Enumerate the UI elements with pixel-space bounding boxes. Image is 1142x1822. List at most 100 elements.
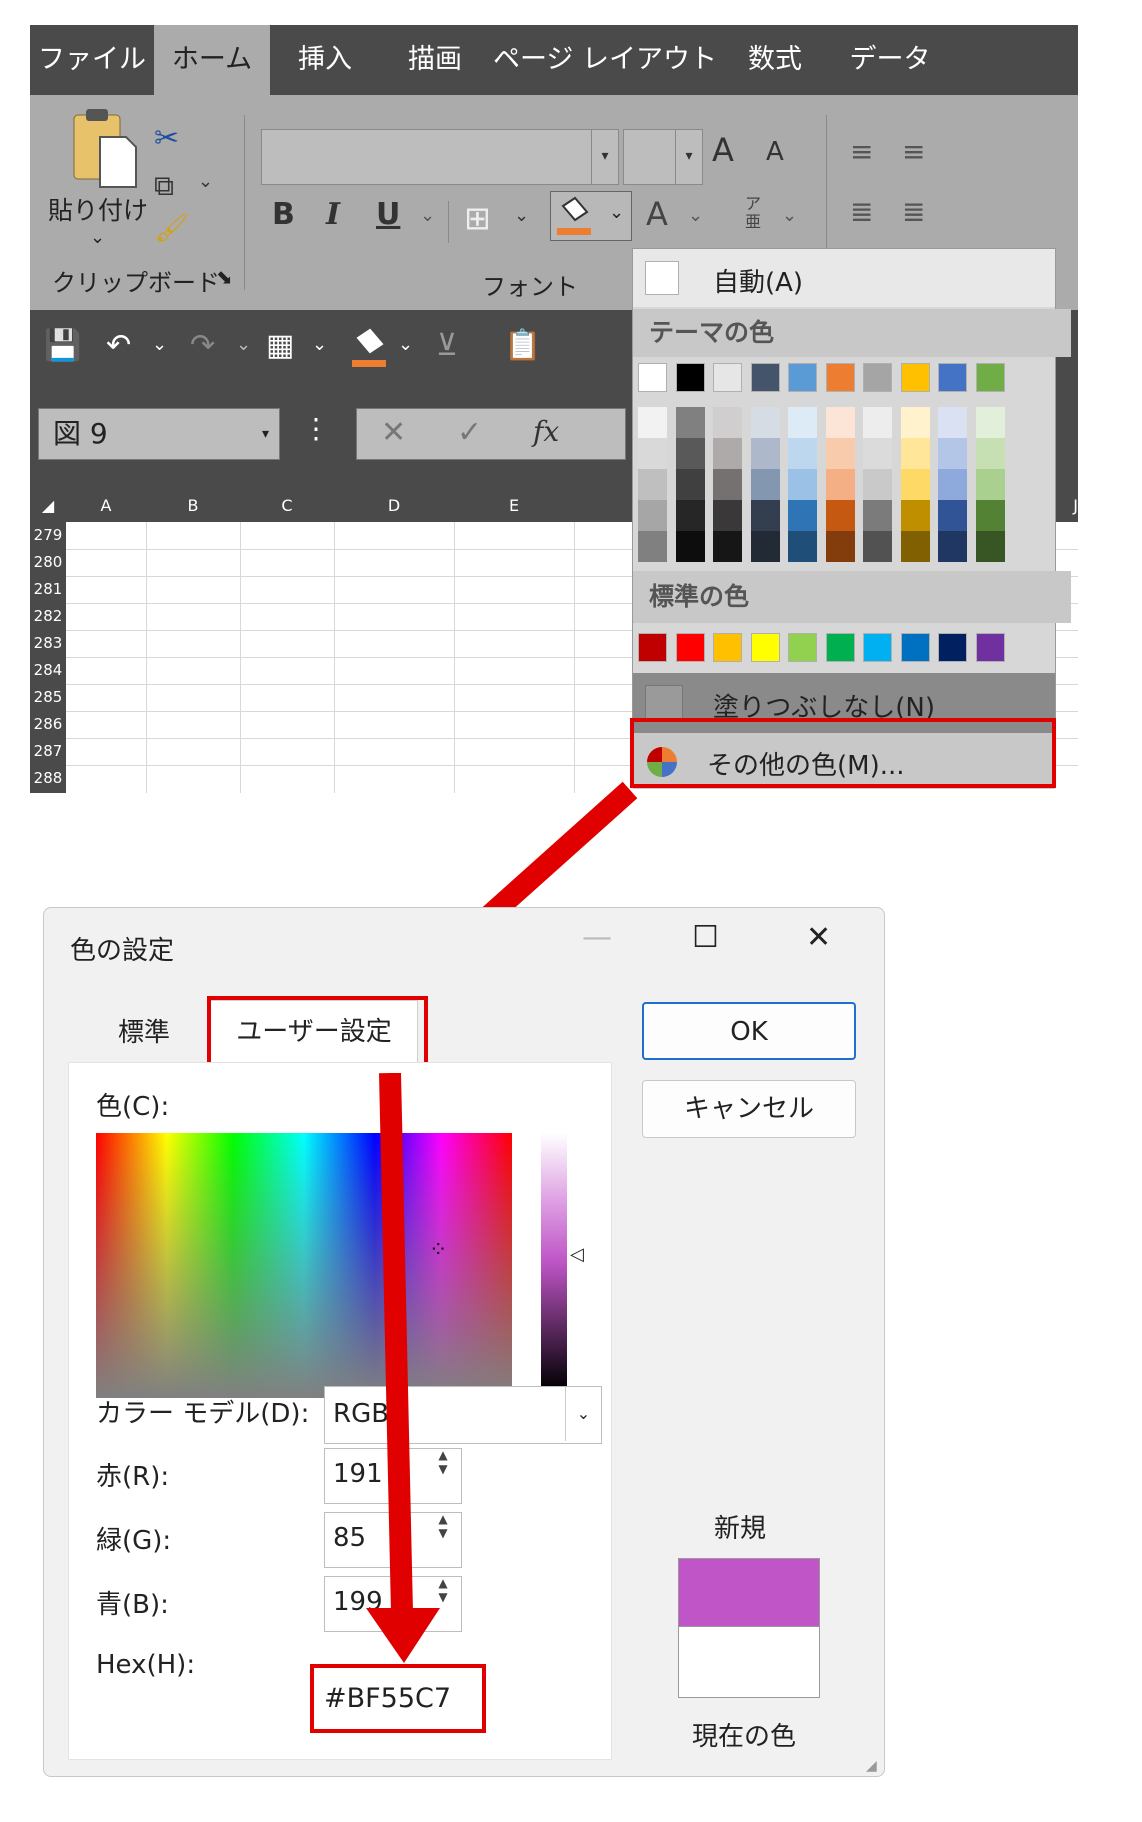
row-header[interactable]: 285 bbox=[30, 684, 66, 712]
tab-standard[interactable]: 標準 bbox=[74, 1004, 214, 1062]
theme-shade-swatch[interactable] bbox=[750, 407, 780, 438]
theme-shade-swatch[interactable] bbox=[750, 469, 780, 500]
theme-shade-swatch[interactable] bbox=[975, 438, 1005, 469]
undo-icon[interactable]: ↶ bbox=[106, 328, 131, 363]
theme-color-swatch[interactable] bbox=[713, 363, 742, 392]
theme-shade-swatch[interactable] bbox=[713, 469, 742, 500]
theme-shade-swatch[interactable] bbox=[900, 469, 930, 500]
theme-color-swatch[interactable] bbox=[675, 363, 705, 392]
table-format-icon[interactable]: ▦ bbox=[266, 328, 294, 363]
theme-color-swatch[interactable] bbox=[825, 363, 855, 392]
decrease-font-size-button[interactable]: A bbox=[766, 137, 784, 167]
standard-color-swatch[interactable] bbox=[863, 633, 892, 662]
standard-color-swatch[interactable] bbox=[975, 633, 1005, 662]
theme-shade-swatch[interactable] bbox=[975, 407, 1005, 438]
font-color-dropdown-icon[interactable]: ⌄ bbox=[688, 205, 703, 226]
theme-shade-swatch[interactable] bbox=[675, 500, 705, 531]
chevron-down-icon[interactable]: ▾ bbox=[262, 409, 269, 459]
standard-color-swatch[interactable] bbox=[713, 633, 742, 662]
theme-shade-swatch[interactable] bbox=[713, 500, 742, 531]
row-header[interactable]: 287 bbox=[30, 738, 66, 766]
paste-icon[interactable] bbox=[70, 107, 140, 189]
standard-color-swatch[interactable] bbox=[938, 633, 967, 662]
theme-shade-swatch[interactable] bbox=[975, 531, 1005, 562]
luminance-slider[interactable] bbox=[541, 1133, 567, 1390]
theme-shade-swatch[interactable] bbox=[825, 407, 855, 438]
theme-shade-swatch[interactable] bbox=[900, 407, 930, 438]
theme-shade-swatch[interactable] bbox=[863, 407, 892, 438]
theme-shade-swatch[interactable] bbox=[675, 531, 705, 562]
theme-color-swatch[interactable] bbox=[900, 363, 930, 392]
standard-color-swatch[interactable] bbox=[900, 633, 930, 662]
fill-color-dropdown-icon[interactable]: ⌄ bbox=[609, 202, 624, 223]
theme-shade-swatch[interactable] bbox=[788, 407, 817, 438]
tab-formulas[interactable]: 数式 bbox=[720, 25, 830, 95]
theme-shade-swatch[interactable] bbox=[713, 438, 742, 469]
theme-shade-swatch[interactable] bbox=[975, 469, 1005, 500]
redo-dropdown-icon[interactable]: ⌄ bbox=[236, 334, 251, 355]
theme-shade-swatch[interactable] bbox=[788, 500, 817, 531]
theme-shade-swatch[interactable] bbox=[638, 438, 667, 469]
phonetic-button[interactable]: ア亜 bbox=[740, 195, 766, 231]
bold-button[interactable]: B bbox=[272, 197, 295, 232]
slider-pointer-icon[interactable]: ◁ bbox=[570, 1244, 584, 1265]
theme-shade-swatch[interactable] bbox=[750, 531, 780, 562]
theme-shade-swatch[interactable] bbox=[788, 531, 817, 562]
font-name-combo[interactable]: ▾ bbox=[261, 129, 619, 185]
cut-icon[interactable]: ✂ bbox=[154, 121, 179, 156]
tab-page-layout[interactable]: ページ レイアウト bbox=[490, 25, 720, 95]
phonetic-dropdown-icon[interactable]: ⌄ bbox=[782, 205, 797, 226]
standard-color-swatch[interactable] bbox=[638, 633, 667, 662]
row-header[interactable]: 281 bbox=[30, 576, 66, 604]
column-header[interactable]: C bbox=[240, 490, 335, 522]
insert-function-button[interactable]: fx bbox=[533, 415, 559, 448]
column-header[interactable]: D bbox=[334, 490, 455, 522]
theme-shade-swatch[interactable] bbox=[788, 438, 817, 469]
underline-dropdown-icon[interactable]: ⌄ bbox=[420, 205, 435, 226]
paste-label[interactable]: 貼り付け bbox=[48, 191, 148, 227]
column-header[interactable]: B bbox=[146, 490, 241, 522]
tab-insert[interactable]: 挿入 bbox=[270, 25, 380, 95]
theme-color-swatch[interactable] bbox=[788, 363, 817, 392]
tab-data[interactable]: データ bbox=[830, 25, 950, 95]
increase-font-size-button[interactable]: A bbox=[712, 131, 734, 169]
theme-color-swatch[interactable] bbox=[863, 363, 892, 392]
theme-shade-swatch[interactable] bbox=[825, 531, 855, 562]
clipboard-icon[interactable]: 📋 bbox=[504, 328, 541, 363]
theme-shade-swatch[interactable] bbox=[900, 500, 930, 531]
copy-icon[interactable]: ⧉ bbox=[154, 169, 174, 203]
format-painter-icon[interactable]: 🖌 bbox=[154, 211, 190, 244]
standard-color-swatch[interactable] bbox=[788, 633, 817, 662]
qat-fill-color-icon[interactable] bbox=[348, 324, 390, 374]
font-size-combo[interactable]: ▾ bbox=[623, 129, 703, 185]
theme-shade-swatch[interactable] bbox=[938, 469, 967, 500]
row-header[interactable]: 282 bbox=[30, 603, 66, 631]
fill-color-button[interactable]: ⌄ bbox=[550, 191, 632, 241]
theme-shade-swatch[interactable] bbox=[825, 500, 855, 531]
row-header[interactable]: 288 bbox=[30, 765, 66, 793]
theme-shade-swatch[interactable] bbox=[863, 531, 892, 562]
tab-draw[interactable]: 描画 bbox=[380, 25, 490, 95]
dialog-launcher-icon[interactable]: ⬊ bbox=[216, 265, 233, 289]
theme-shade-swatch[interactable] bbox=[638, 407, 667, 438]
close-icon[interactable]: ✕ bbox=[806, 920, 831, 955]
tab-home[interactable]: ホーム bbox=[154, 25, 270, 95]
theme-shade-swatch[interactable] bbox=[713, 531, 742, 562]
align-left-icon[interactable]: ≣ bbox=[850, 195, 873, 228]
automatic-color-item[interactable]: 自動(A) bbox=[633, 249, 1055, 307]
cancel-icon[interactable]: ✕ bbox=[381, 415, 406, 450]
ok-button[interactable]: OK bbox=[642, 1002, 856, 1060]
select-all-corner[interactable]: ◢ bbox=[30, 490, 67, 522]
name-box[interactable]: 図 9 ▾ bbox=[38, 408, 280, 460]
row-header[interactable]: 283 bbox=[30, 630, 66, 658]
save-icon[interactable]: 💾 bbox=[44, 328, 81, 363]
column-header[interactable]: A bbox=[66, 490, 147, 522]
theme-shade-swatch[interactable] bbox=[938, 500, 967, 531]
borders-dropdown-icon[interactable]: ⌄ bbox=[514, 205, 529, 226]
theme-shade-swatch[interactable] bbox=[638, 500, 667, 531]
standard-color-swatch[interactable] bbox=[750, 633, 780, 662]
theme-shade-swatch[interactable] bbox=[675, 407, 705, 438]
theme-color-swatch[interactable] bbox=[750, 363, 780, 392]
clear-filter-icon[interactable]: ⊻ bbox=[436, 328, 458, 363]
theme-shade-swatch[interactable] bbox=[788, 469, 817, 500]
